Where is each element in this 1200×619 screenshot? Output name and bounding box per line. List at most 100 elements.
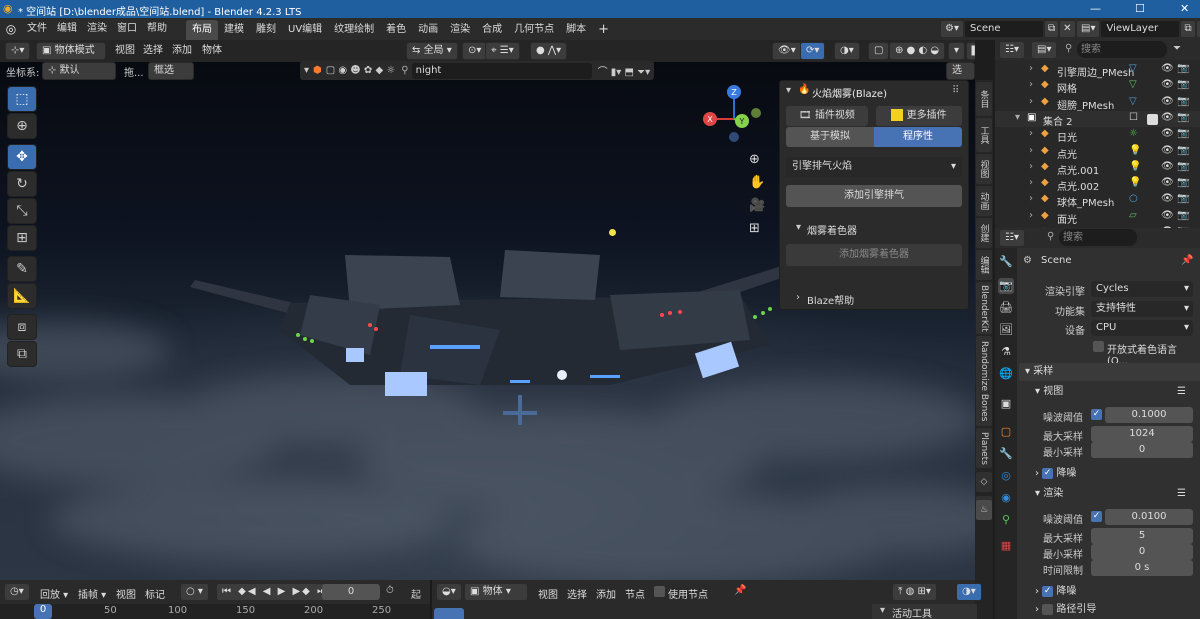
r-max-samples-field[interactable]: 5 [1091,528,1193,544]
list-icon[interactable]: ☰ [1177,485,1186,503]
device-dropdown[interactable]: CPU ▾ [1091,320,1193,336]
sampling-section[interactable]: ▾ 采样 [1019,363,1200,381]
coord-system-dropdown[interactable]: ⊹ 默认 [42,62,116,80]
vp-denoise-checkbox[interactable]: ✓ [1042,467,1054,479]
plugin-video-button[interactable]: 🎞 插件视频 [786,106,868,126]
vp-denoise-section[interactable]: › ✓ 降噪 [1019,465,1200,483]
visibility-eye-icon[interactable]: 👁 [1161,96,1174,107]
visibility-eye-icon[interactable]: 👁 [1161,63,1174,74]
editor-type-icon[interactable]: ⊹▾ [5,42,31,60]
tab-blenderkit[interactable]: BlenderKit [976,282,992,334]
select-mode-dropdown[interactable]: 框选 [148,62,194,80]
rotate-tool[interactable]: ↻ [7,171,37,197]
snap-icon[interactable]: ⌖ ☰▾ [485,42,520,60]
view-layer-field[interactable]: ViewLayer [1100,20,1181,38]
maximize-button[interactable]: ☐ [1135,2,1145,15]
outliner-row[interactable]: › ◆ 点光.001 💡 👁 📷 [995,160,1200,177]
time-limit-field[interactable]: 0 s [1091,560,1193,576]
tab-randomize-bones[interactable]: Randomize Bones [976,336,992,426]
hand-pan-icon[interactable]: ✋ [749,175,765,190]
chevron-right-icon[interactable]: › [1029,193,1033,204]
ortho-grid-icon[interactable]: ⊞ [749,221,760,236]
r-noise-threshold-checkbox[interactable]: ✓ [1091,511,1102,523]
node-editor-type-icon[interactable]: ◒▾ [436,583,462,601]
overlay-icon[interactable]: ◑▾ [834,42,860,60]
blender-menu-icon[interactable]: ◎ [0,22,22,36]
blaze-help-section[interactable]: Blaze帮助 [807,292,854,307]
tab-animation[interactable]: 动画 [412,20,444,40]
tool-props-icon[interactable]: 🔧 [998,254,1014,270]
tab-animation-side[interactable]: 动画 [976,186,992,216]
world-props-icon[interactable]: 🌐 [998,366,1014,382]
close-button[interactable]: ✕ [1180,2,1189,15]
transform-tool[interactable]: ⊞ [7,225,37,251]
outliner-row[interactable]: › ◆ 网格 ▽ 👁 📷 [995,78,1200,95]
chevron-right-icon[interactable]: › [1029,79,1033,90]
render-camera-icon[interactable]: 📷 [1177,96,1189,107]
measure-tool[interactable]: 📐 [7,283,37,309]
path-guiding-section[interactable]: › 路径引导 [1019,601,1200,619]
menu-file[interactable]: 文件 [22,18,52,40]
list-icon[interactable]: ☰ [1177,383,1186,401]
smoke-section-collapse-icon[interactable]: ▾ [796,222,801,233]
move-tool[interactable]: ✥ [7,144,37,170]
output-props-icon[interactable]: 🖨 [998,300,1014,316]
render-camera-icon[interactable]: 📷 [1177,161,1189,172]
r-denoise-section[interactable]: › ✓ 降噪 [1019,583,1200,601]
chevron-right-icon[interactable]: › [1029,210,1033,221]
delete-view-layer-icon[interactable]: ✕ [1195,20,1200,38]
vp-noise-threshold-field[interactable]: 0.1000 [1105,407,1193,423]
menu-help[interactable]: 帮助 [142,18,172,40]
osl-checkbox[interactable] [1093,341,1104,353]
render-camera-icon[interactable]: 📷 [1177,193,1189,204]
outliner-row[interactable]: › ◆ 点光 💡 👁 📷 [995,144,1200,161]
viewport-sampling-section[interactable]: ▾ 视图 ☰ [1019,383,1200,401]
outliner-row[interactable]: › ◆ 日光 ☼ 👁 📷 [995,127,1200,144]
object-props-icon[interactable]: ▢ [998,424,1014,440]
marker-menu[interactable]: 标记 [145,586,165,601]
tab-uv-editing[interactable]: UV编辑 [282,20,328,40]
visibility-icon[interactable]: 👁▾ [772,42,802,60]
visibility-eye-icon[interactable]: 👁 [1161,128,1174,139]
tab-modeling[interactable]: 建模 [218,20,250,40]
menu-view[interactable]: 视图 [110,40,140,62]
tab-physics-based[interactable]: 基于模拟 [786,127,874,147]
outliner-row[interactable]: › ◆ 点光.002 💡 👁 📷 [995,176,1200,193]
visibility-eye-icon[interactable]: 👁 [1161,193,1174,204]
shading-modes-icon[interactable]: ⊕ ● ◐ ◒ [889,42,946,60]
chevron-right-icon[interactable]: › [1029,128,1033,139]
mode-dropdown[interactable]: ▣ 物体模式 ▾ [36,42,106,72]
visibility-eye-icon[interactable]: 👁 [1161,177,1174,188]
node-node-menu[interactable]: 节点 [625,586,645,601]
timeline-view-menu[interactable]: 视图 [116,586,136,601]
use-nodes-checkbox[interactable] [654,586,665,598]
node-toolbar-tool[interactable] [434,608,464,619]
properties-search-input[interactable]: 搜索 [1059,229,1137,246]
auto-key-icon[interactable]: ○ ▾ [180,583,209,601]
tab-tool[interactable]: 工具 [976,118,992,152]
node-snap-icon[interactable]: ◑▾ [956,583,982,601]
r-denoise-checkbox[interactable]: ✓ [1042,585,1054,597]
tab-view[interactable]: 视图 [976,154,992,184]
tab-texture-paint[interactable]: 纹理绘制 [328,20,380,40]
render-sampling-section[interactable]: ▾ 渲染 ☰ [1019,485,1200,503]
render-camera-icon[interactable]: 📷 [1177,177,1189,188]
node-add-menu[interactable]: 添加 [596,586,616,601]
menu-edit[interactable]: 编辑 [52,18,82,40]
vp-max-samples-field[interactable]: 1024 [1091,426,1193,442]
delete-scene-icon[interactable]: ✕ [1059,20,1076,38]
node-view-menu[interactable]: 视图 [538,586,558,601]
visibility-eye-icon[interactable]: 👁 [1161,145,1174,156]
visibility-eye-icon[interactable]: 👁 [1161,161,1174,172]
menu-select[interactable]: 选择 [138,40,168,62]
collection-checkbox[interactable] [1147,113,1158,126]
tab-geometry-nodes[interactable]: 几何节点 [508,20,560,40]
active-tool-panel[interactable]: ▾ 活动工具 [872,604,977,619]
outliner-row[interactable]: › ◆ 球体_PMesh ○ 👁 📷 [995,192,1200,209]
timeline-ruler[interactable]: 0 50 100 150 200 250 [0,604,430,619]
node-overlay-icons[interactable]: ⤒ ◍ ⊞▾ [892,583,937,601]
more-plugins-button[interactable]: 更多插件 [876,106,962,126]
scale-tool[interactable]: ⤡ [7,198,37,224]
pause-render-icon[interactable]: ❚❚ [966,42,975,60]
particles-props-icon[interactable]: ◎ [998,468,1014,484]
